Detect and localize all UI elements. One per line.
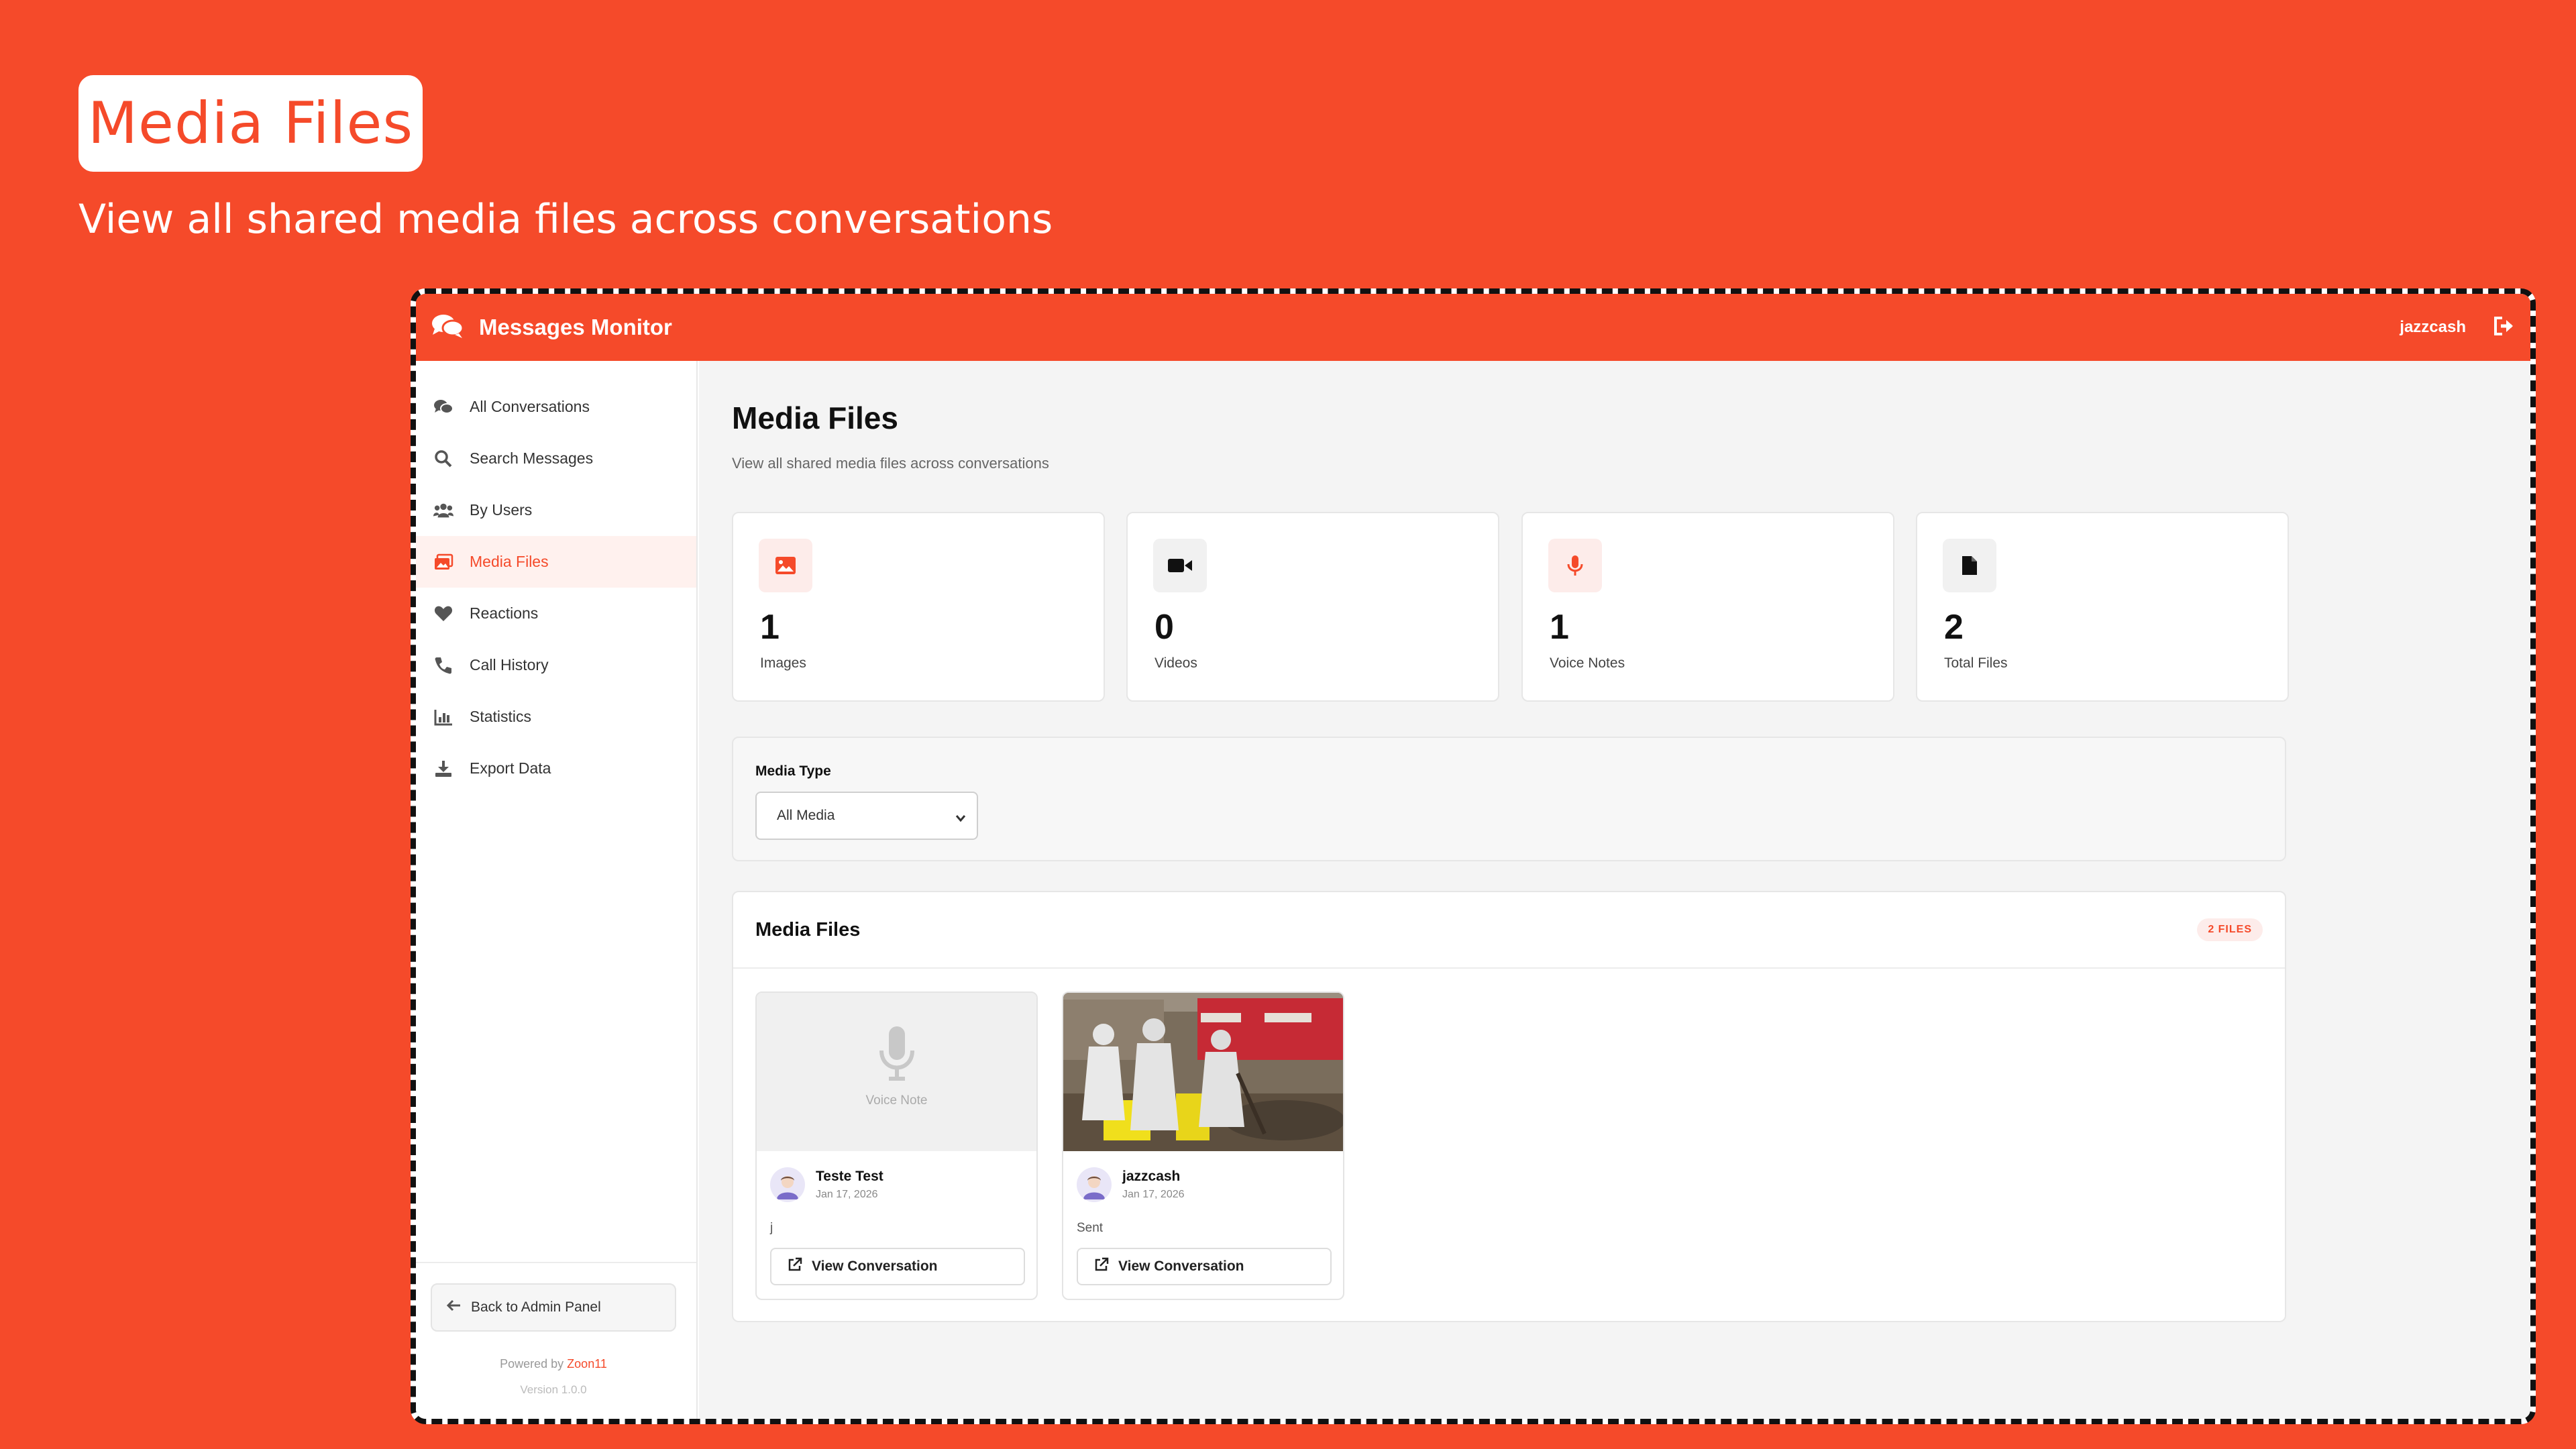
stat-value: 0 [1155,608,1174,647]
avatar [770,1167,805,1202]
sidebar-item-export-data[interactable]: Export Data [416,743,696,794]
stat-card-images: 1 Images [732,512,1105,702]
search-icon [433,449,453,469]
app-screenshot-frame: Messages Monitor jazzcash All Conversati… [411,288,2536,1424]
view-conversation-label: View Conversation [1118,1258,1244,1274]
top-navbar: Messages Monitor jazzcash [416,294,2530,361]
image-thumbnail[interactable] [1063,993,1343,1151]
sidebar-item-label: Call History [470,656,549,674]
sidebar-item-statistics[interactable]: Statistics [416,691,696,743]
sidebar-item-media-files[interactable]: Media Files [416,536,696,588]
hero-title-box: Media Files [78,75,423,172]
heart-icon [433,604,453,624]
media-files-panel: Media Files 2 FILES Voice Note Teste Tes [732,891,2286,1322]
file-icon [1943,539,1996,592]
media-card-image[interactable]: jazzcash Jan 17, 2026 Sent View Conversa… [1062,991,1344,1300]
media-card-voice-note[interactable]: Voice Note Teste Test Jan 17, 2026 j Vie… [755,991,1038,1300]
sidebar: All Conversations Search Messages By Use… [416,361,698,1419]
sent-date: Jan 17, 2026 [816,1189,878,1200]
microphone-icon [878,1025,916,1085]
powered-by-link[interactable]: Zoon11 [567,1357,607,1371]
sender-name: jazzcash [1122,1169,1181,1184]
sender-name: Teste Test [816,1169,883,1184]
sent-date: Jan 17, 2026 [1122,1189,1185,1200]
stat-value: 1 [760,608,780,647]
images-icon [433,552,453,572]
media-caption: j [770,1221,773,1235]
media-caption: Sent [1077,1221,1104,1235]
stat-card-videos: 0 Videos [1126,512,1499,702]
sidebar-item-label: Search Messages [470,449,594,467]
image-icon [759,539,812,592]
download-icon [433,759,453,779]
chart-icon [433,707,453,727]
avatar [1077,1167,1112,1202]
media-type-select[interactable]: All Media [755,792,978,840]
stat-label: Videos [1155,655,1197,671]
comments-icon [431,313,464,343]
logout-icon[interactable] [2493,316,2516,339]
sidebar-item-call-history[interactable]: Call History [416,639,696,691]
sidebar-item-label: Statistics [470,708,532,725]
media-type-selected: All Media [777,808,835,823]
stat-value: 1 [1550,608,1569,647]
version-label: Version 1.0.0 [520,1383,587,1396]
page-subtitle: View all shared media files across conve… [732,455,1049,472]
external-link-icon [788,1257,802,1276]
view-conversation-label: View Conversation [812,1258,938,1274]
sidebar-item-label: Media Files [470,553,549,570]
sender-text: Teste Test Jan 17, 2026 [816,1169,883,1201]
phone-icon [433,655,453,676]
files-count-badge: 2 FILES [2197,918,2263,941]
sidebar-item-label: By Users [470,501,533,519]
sidebar-item-all-conversations[interactable]: All Conversations [416,381,696,433]
photo-image [1063,993,1343,1151]
powered-by-prefix: Powered by [500,1357,564,1371]
stat-card-voice-notes: 1 Voice Notes [1521,512,1894,702]
users-icon [433,500,453,521]
arrow-left-icon [446,1299,462,1316]
sidebar-item-search-messages[interactable]: Search Messages [416,433,696,484]
sidebar-item-by-users[interactable]: By Users [416,484,696,536]
microphone-icon [1548,539,1602,592]
stat-label: Images [760,655,806,671]
sidebar-footer: Back to Admin Panel Powered by Zoon11 Ve… [416,1262,696,1419]
media-panel-header: Media Files 2 FILES [733,892,2285,969]
sidebar-item-label: Reactions [470,604,539,622]
sidebar-item-reactions[interactable]: Reactions [416,588,696,639]
view-conversation-button[interactable]: View Conversation [1077,1248,1332,1285]
back-to-admin-button[interactable]: Back to Admin Panel [431,1283,676,1332]
topbar-right: jazzcash [2400,316,2516,339]
voice-note-thumbnail[interactable]: Voice Note [757,993,1036,1151]
sender-info: Teste Test Jan 17, 2026 [770,1167,883,1202]
voice-note-label: Voice Note [865,1093,928,1108]
comments-icon [433,397,453,417]
stat-label: Total Files [1944,655,2008,671]
sidebar-nav: All Conversations Search Messages By Use… [416,361,696,794]
hero-title: Media Files [87,90,414,157]
filter-panel: Media Type All Media [732,737,2286,861]
hero-subtitle: View all shared media files across conve… [78,196,1053,243]
brand-title: Messages Monitor [479,315,672,339]
chevron-down-icon [955,810,966,826]
sender-info: jazzcash Jan 17, 2026 [1077,1167,1185,1202]
page-title: Media Files [732,400,898,435]
main-content: Media Files View all shared media files … [699,361,2530,1419]
stat-label: Voice Notes [1550,655,1625,671]
view-conversation-button[interactable]: View Conversation [770,1248,1025,1285]
sidebar-item-label: Export Data [470,759,551,777]
video-icon [1153,539,1207,592]
media-type-label: Media Type [755,763,831,779]
back-to-admin-label: Back to Admin Panel [471,1299,601,1315]
sidebar-item-label: All Conversations [470,398,590,415]
sender-text: jazzcash Jan 17, 2026 [1122,1169,1185,1201]
stat-card-total-files: 2 Total Files [1916,512,2289,702]
stat-value: 2 [1944,608,1964,647]
powered-by: Powered by Zoon11 [431,1357,676,1371]
brand[interactable]: Messages Monitor [431,313,672,343]
external-link-icon [1094,1257,1109,1276]
media-panel-title: Media Files [755,918,861,941]
username: jazzcash [2400,318,2466,336]
